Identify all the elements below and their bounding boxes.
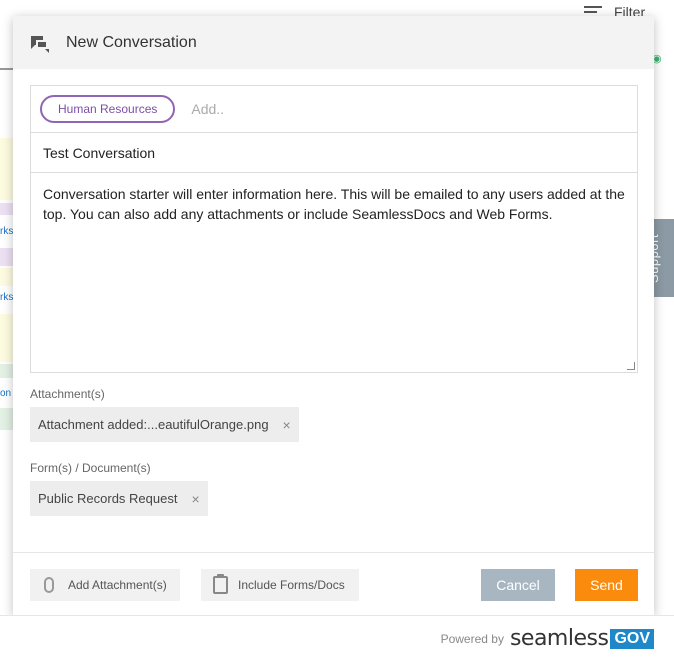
add-attachment-button[interactable]: Add Attachment(s) bbox=[30, 569, 180, 601]
modal-footer-divider bbox=[13, 552, 654, 553]
powered-by-text: Powered by bbox=[440, 631, 504, 646]
seamlessgov-logo: seamless GOV bbox=[510, 626, 654, 651]
send-button[interactable]: Send bbox=[575, 569, 638, 601]
recipients-field[interactable]: Human Resources bbox=[31, 86, 637, 133]
add-attachment-label: Add Attachment(s) bbox=[68, 578, 167, 592]
remove-attachment-icon[interactable]: × bbox=[283, 417, 291, 433]
recipient-chip[interactable]: Human Resources bbox=[40, 95, 176, 123]
attachment-tag: Attachment added:...eautifulOrange.png × bbox=[30, 407, 299, 442]
forms-label: Form(s) / Document(s) bbox=[30, 461, 151, 475]
new-conversation-modal: New Conversation Human Resources Test Co… bbox=[13, 16, 654, 615]
include-forms-button[interactable]: Include Forms/Docs bbox=[201, 569, 359, 601]
brand-suffix: GOV bbox=[610, 628, 654, 649]
remove-form-icon[interactable]: × bbox=[191, 491, 199, 507]
message-textarea[interactable]: Conversation starter will enter informat… bbox=[31, 173, 637, 372]
attachments-label: Attachment(s) bbox=[30, 387, 105, 401]
background-label: rks bbox=[0, 292, 14, 303]
cancel-button[interactable]: Cancel bbox=[481, 569, 555, 601]
modal-title: New Conversation bbox=[66, 33, 197, 51]
conversation-form: Human Resources Test Conversation Conver… bbox=[30, 85, 638, 373]
clipboard-icon bbox=[213, 574, 228, 594]
add-recipient-input[interactable] bbox=[191, 101, 492, 117]
message-text: Conversation starter will enter informat… bbox=[43, 186, 625, 222]
include-forms-label: Include Forms/Docs bbox=[238, 578, 345, 592]
background-calendar-strip: rks rks on T bbox=[0, 68, 14, 657]
chat-icon bbox=[31, 34, 49, 53]
subject-text: Test Conversation bbox=[43, 144, 156, 161]
background-label: rks bbox=[0, 226, 14, 237]
form-name: Public Records Request bbox=[38, 491, 178, 506]
form-tag: Public Records Request × bbox=[30, 481, 208, 516]
brand-name: seamless bbox=[509, 626, 609, 651]
paperclip-icon bbox=[44, 577, 54, 593]
background-label: on T bbox=[0, 388, 14, 399]
attachment-name: Attachment added:...eautifulOrange.png bbox=[38, 417, 269, 432]
modal-header: New Conversation bbox=[13, 16, 654, 69]
subject-field[interactable]: Test Conversation bbox=[31, 133, 637, 173]
resize-handle[interactable] bbox=[627, 362, 635, 370]
powered-by-footer: Powered by seamless GOV bbox=[0, 615, 674, 657]
